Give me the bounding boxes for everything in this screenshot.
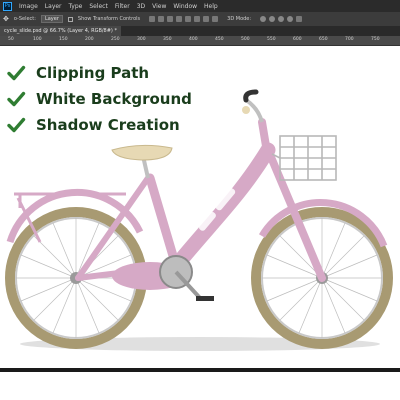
- menu-bar: Ps Image Layer Type Select Filter 3D Vie…: [0, 0, 400, 12]
- photoshop-logo-icon[interactable]: Ps: [3, 1, 12, 11]
- align-left-icon[interactable]: [149, 16, 156, 22]
- ruler-tick: 150: [59, 37, 68, 42]
- ruler-tick: 700: [345, 37, 354, 42]
- menu-image[interactable]: Image: [19, 3, 38, 10]
- bicycle-image: [5, 89, 393, 351]
- scale-3d-icon[interactable]: [296, 16, 303, 22]
- distribute-h-icon[interactable]: [212, 16, 219, 22]
- menu-select[interactable]: Select: [89, 3, 108, 10]
- slide-3d-icon[interactable]: [287, 16, 294, 22]
- show-transform-checkbox[interactable]: [67, 16, 73, 22]
- show-transform-label: Show Transform Controls: [77, 16, 141, 22]
- document-canvas[interactable]: Clipping Path White Background Shadow Cr…: [0, 46, 400, 368]
- ruler-tick: 500: [241, 37, 250, 42]
- pedal: [196, 296, 214, 301]
- rotate-3d-icon[interactable]: [260, 16, 267, 22]
- 3d-mode-label: 3D Mode:: [227, 16, 252, 22]
- ruler-tick: 600: [293, 37, 302, 42]
- ruler-tick: 450: [215, 37, 224, 42]
- menu-type[interactable]: Type: [69, 3, 83, 10]
- ruler-tick: 300: [137, 37, 146, 42]
- ruler-tick: 200: [85, 37, 94, 42]
- ruler-tick: 250: [111, 37, 120, 42]
- handlebar: [242, 89, 264, 123]
- menu-window[interactable]: Window: [173, 3, 197, 10]
- options-bar: ✥ o-Select: Layer Show Transform Control…: [0, 12, 400, 26]
- saddle: [111, 144, 173, 161]
- distribute-icon[interactable]: [203, 16, 210, 22]
- align-right-icon[interactable]: [167, 16, 174, 22]
- ruler-tick: 550: [267, 37, 276, 42]
- document-tab-bar: cycle_slide.psd @ 66.7% (Layer 4, RGB/8#…: [0, 26, 400, 36]
- menu-filter[interactable]: Filter: [115, 3, 130, 10]
- roll-3d-icon[interactable]: [269, 16, 276, 22]
- move-tool-icon[interactable]: ✥: [3, 15, 9, 23]
- ruler-tick: 350: [163, 37, 172, 42]
- align-top-icon[interactable]: [176, 16, 183, 22]
- ruler-tick: 100: [33, 37, 42, 42]
- layer-dropdown[interactable]: Layer: [40, 15, 63, 23]
- drag-3d-icon[interactable]: [278, 16, 285, 22]
- align-tools: [149, 16, 219, 22]
- menu-view[interactable]: View: [152, 3, 166, 10]
- ruler-tick: 650: [319, 37, 328, 42]
- 3d-tools: [260, 16, 303, 22]
- menu-help[interactable]: Help: [204, 3, 218, 10]
- align-center-icon[interactable]: [158, 16, 165, 22]
- auto-select-label: o-Select:: [13, 16, 36, 22]
- ruler-tick: 50: [8, 37, 14, 42]
- align-bottom-icon[interactable]: [194, 16, 201, 22]
- footer-area: [0, 372, 400, 400]
- document-tab[interactable]: cycle_slide.psd @ 66.7% (Layer 4, RGB/8#…: [0, 26, 121, 36]
- horizontal-ruler[interactable]: 50 100 150 200 250 300 350 400 450 500 5…: [0, 36, 400, 46]
- menu-3d[interactable]: 3D: [137, 3, 145, 10]
- ruler-tick: 750: [371, 37, 380, 42]
- align-middle-icon[interactable]: [185, 16, 192, 22]
- ruler-tick: 400: [189, 37, 198, 42]
- menu-layer[interactable]: Layer: [45, 3, 62, 10]
